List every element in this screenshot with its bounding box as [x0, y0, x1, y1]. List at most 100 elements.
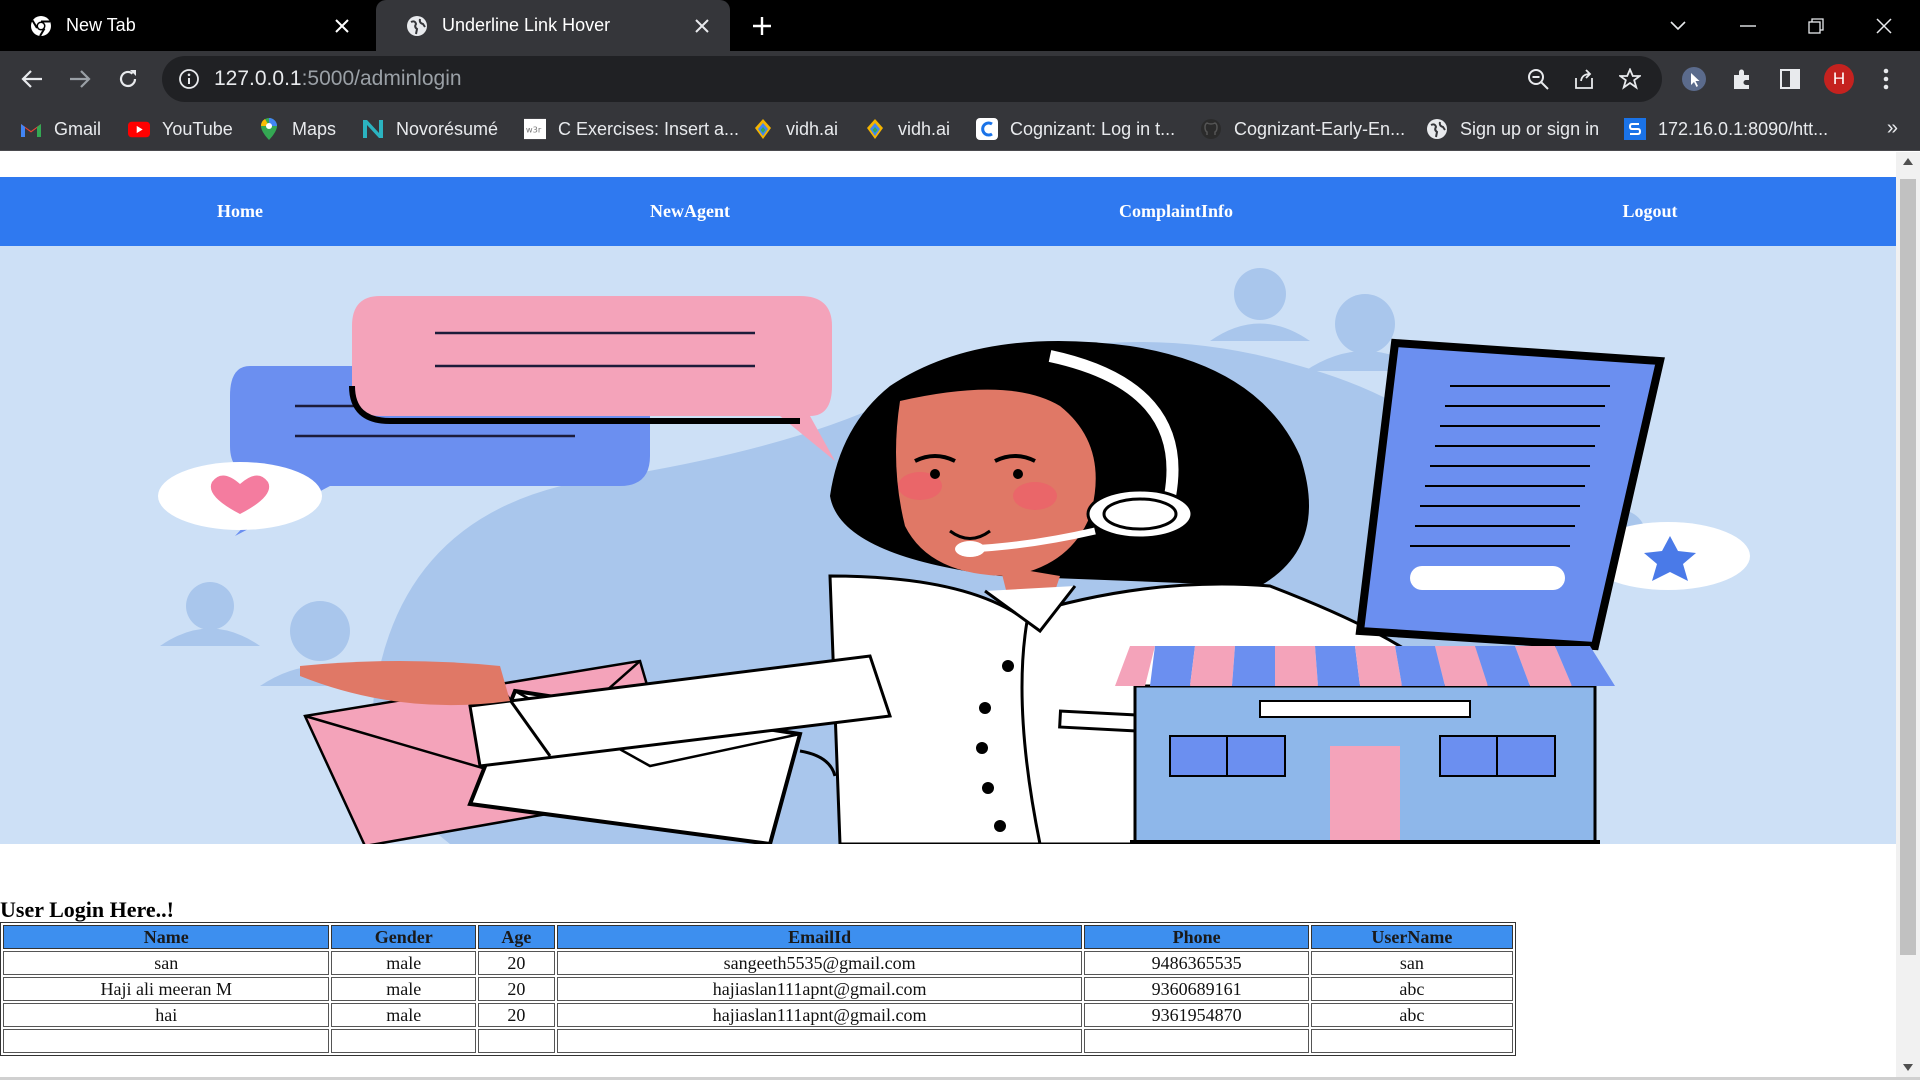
url-text[interactable]: 127.0.0.1:5000/adminlogin — [214, 67, 462, 91]
youtube-icon — [128, 118, 150, 140]
tab-new-tab[interactable]: New Tab — [0, 0, 370, 51]
tab-title: Underline Link Hover — [442, 15, 611, 35]
nav-newagent-link[interactable]: NewAgent — [650, 177, 730, 246]
novoresume-icon — [362, 118, 384, 140]
cell-name: hai — [3, 1003, 330, 1027]
bookmark-cognizant-early[interactable]: Cognizant-Early-En... — [1200, 107, 1405, 151]
bookmark-youtube[interactable]: YouTube — [128, 107, 233, 151]
cell-email — [556, 1029, 1083, 1053]
nav-logout-link[interactable]: Logout — [1622, 177, 1677, 246]
scroll-up-arrow-icon[interactable] — [1903, 158, 1913, 165]
forward-arrow-icon[interactable] — [64, 63, 96, 95]
cell-gender: male — [331, 977, 476, 1001]
address-bar[interactable]: 127.0.0.1:5000/adminlogin — [162, 56, 1662, 102]
hero-illustration — [0, 246, 1896, 844]
table-row: hai male 20 hajiaslan111apnt@gmail.com 9… — [3, 1003, 1513, 1027]
nav-complaintinfo-link[interactable]: ComplaintInfo — [1119, 177, 1233, 246]
scroll-thumb[interactable] — [1900, 179, 1916, 955]
sophos-icon — [1624, 118, 1646, 140]
bookmark-label: vidh.ai — [898, 118, 951, 139]
cell-gender: male — [331, 1003, 476, 1027]
column-header-age: Age — [478, 925, 555, 949]
cell-age: 20 — [478, 1003, 555, 1027]
page-scrollbar[interactable] — [1896, 152, 1920, 1077]
column-header-phone: Phone — [1084, 925, 1309, 949]
bookmark-label: Cognizant: Log in t... — [1010, 118, 1176, 139]
bookmark-cognizant-login[interactable]: Cognizant: Log in t... — [976, 107, 1175, 151]
cell-username: san — [1310, 951, 1513, 975]
extensions-puzzle-icon[interactable] — [1728, 65, 1756, 93]
cell-phone: 9361954870 — [1084, 1003, 1309, 1027]
user-table: Name Gender Age EmailId Phone UserName s… — [0, 922, 1516, 1056]
browser-toolbar: 127.0.0.1:5000/adminlogin H — [0, 51, 1920, 107]
cell-age — [478, 1029, 555, 1053]
cell-phone: 9360689161 — [1084, 977, 1309, 1001]
bookmark-label: Cognizant-Early-En... — [1234, 118, 1406, 139]
column-header-username: UserName — [1310, 925, 1513, 949]
column-header-name: Name — [3, 925, 330, 949]
table-row-empty — [3, 1029, 1513, 1053]
new-tab-button[interactable] — [748, 12, 776, 40]
cell-age: 20 — [478, 977, 555, 1001]
bookmark-vidhai-2[interactable]: vidh.ai — [864, 107, 950, 151]
vidhai-icon — [752, 118, 774, 140]
cell-gender: male — [331, 951, 476, 975]
cell-username: abc — [1310, 977, 1513, 1001]
page-viewport: Home NewAgent ComplaintInfo Logout User … — [0, 152, 1896, 1077]
cell-gender — [331, 1029, 476, 1053]
cell-email: sangeeth5535@gmail.com — [556, 951, 1083, 975]
cell-email: hajiaslan111apnt@gmail.com — [556, 977, 1083, 1001]
cell-username: abc — [1310, 1003, 1513, 1027]
extension-cursor-icon[interactable] — [1680, 65, 1708, 93]
section-title: User Login Here..! — [0, 897, 174, 922]
scroll-down-arrow-icon[interactable] — [1903, 1064, 1913, 1071]
bookmark-vidhai-1[interactable]: vidh.ai — [752, 107, 838, 151]
cell-name — [3, 1029, 330, 1053]
bookmark-label: vidh.ai — [786, 118, 839, 139]
back-arrow-icon[interactable] — [16, 63, 48, 95]
bookmark-label: YouTube — [162, 118, 233, 139]
close-window-icon[interactable] — [1866, 8, 1902, 44]
reload-icon[interactable] — [112, 63, 144, 95]
tab-underline-link-hover[interactable]: Underline Link Hover — [376, 0, 730, 51]
table-row: Haji ali meeran M male 20 hajiaslan111ap… — [3, 977, 1513, 1001]
info-icon[interactable] — [178, 68, 200, 90]
site-nav-bar: Home NewAgent ComplaintInfo Logout — [0, 177, 1896, 246]
vidhai-icon — [864, 118, 886, 140]
bookmark-gmail[interactable]: Gmail — [20, 107, 101, 151]
bookmark-novoresume[interactable]: Novorésumé — [362, 107, 498, 151]
column-header-emailid: EmailId — [556, 925, 1083, 949]
nav-home-link[interactable]: Home — [217, 177, 263, 246]
close-icon[interactable] — [330, 14, 354, 38]
github-icon — [1200, 118, 1222, 140]
restore-icon[interactable] — [1798, 8, 1834, 44]
minimize-icon[interactable] — [1730, 8, 1766, 44]
side-panel-icon[interactable] — [1776, 65, 1804, 93]
bookmark-172-16-0-1[interactable]: 172.16.0.1:8090/htt... — [1624, 107, 1828, 151]
tab-title: New Tab — [66, 15, 136, 35]
close-icon[interactable] — [690, 14, 714, 38]
tab-strip: New Tab Underline Link Hover — [0, 0, 1920, 51]
bookmark-star-icon[interactable] — [1618, 67, 1642, 91]
bookmark-label: Gmail — [54, 118, 102, 139]
bookmark-maps[interactable]: Maps — [258, 107, 336, 151]
bookmarks-bar: Gmail YouTube Maps Novorésumé w3r C Exer… — [0, 107, 1920, 151]
zoom-out-icon[interactable] — [1526, 67, 1550, 91]
bookmarks-overflow-button[interactable]: » — [1887, 117, 1898, 140]
profile-avatar[interactable]: H — [1824, 64, 1854, 94]
table-row: san male 20 sangeeth5535@gmail.com 94863… — [3, 951, 1513, 975]
bookmark-sign-up[interactable]: Sign up or sign in — [1426, 107, 1599, 151]
bookmark-c-exercises[interactable]: w3r C Exercises: Insert a... — [524, 107, 739, 151]
w3resource-icon: w3r — [524, 118, 546, 140]
table-header-row: Name Gender Age EmailId Phone UserName — [3, 925, 1513, 949]
bookmark-label: Sign up or sign in — [1460, 118, 1600, 139]
share-icon[interactable] — [1572, 67, 1596, 91]
cell-name: Haji ali meeran M — [3, 977, 330, 1001]
globe-icon — [1426, 118, 1448, 140]
more-menu-icon[interactable] — [1872, 65, 1900, 93]
cell-username — [1310, 1029, 1513, 1053]
cell-age: 20 — [478, 951, 555, 975]
chrome-icon — [30, 15, 52, 37]
url-path: :5000/adminlogin — [301, 67, 462, 90]
tab-search-chevron-icon[interactable] — [1660, 8, 1696, 44]
